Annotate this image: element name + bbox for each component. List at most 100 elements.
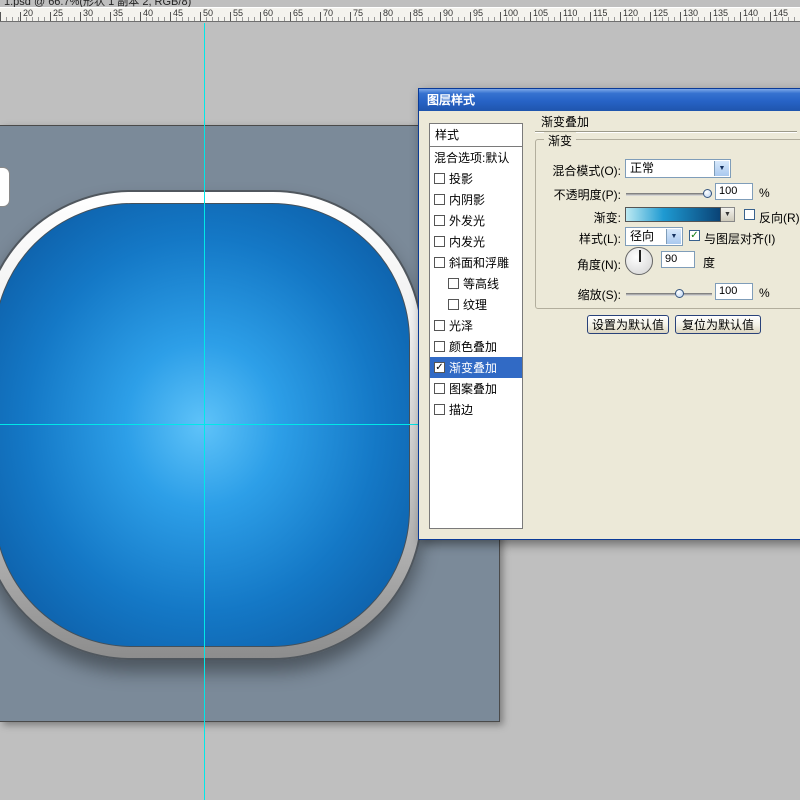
opacity-unit: % — [759, 186, 770, 200]
styles-list-item[interactable]: 投影 — [430, 168, 522, 189]
blend-mode-value: 正常 — [630, 161, 654, 175]
styles-list-item[interactable]: 斜面和浮雕 — [430, 252, 522, 273]
ruler-number: 75 — [353, 8, 363, 18]
reset-default-button[interactable]: 复位为默认值 — [675, 315, 761, 334]
style-item-checkbox[interactable] — [448, 299, 459, 310]
layer-style-dialog: 图层样式 样式 混合选项:默认投影内阴影外发光内发光斜面和浮雕等高线纹理光泽颜色… — [418, 88, 800, 540]
styles-list-item[interactable]: 内阴影 — [430, 189, 522, 210]
scale-unit: % — [759, 286, 770, 300]
style-value: 径向 — [630, 229, 654, 243]
style-select[interactable]: 径向 ▼ — [625, 227, 683, 246]
styles-list: 混合选项:默认投影内阴影外发光内发光斜面和浮雕等高线纹理光泽颜色叠加 ✓ 渐变叠加图… — [430, 147, 522, 420]
style-item-checkbox[interactable]: ✓ — [434, 362, 445, 373]
angle-unit: 度 — [703, 254, 715, 271]
reverse-checkbox[interactable] — [744, 209, 755, 220]
styles-list-item[interactable]: ✓ 渐变叠加 — [430, 357, 522, 378]
ruler-number: 25 — [53, 8, 63, 18]
ruler-number: 125 — [653, 8, 668, 18]
styles-list-item[interactable]: 纹理 — [430, 294, 522, 315]
ruler-number: 135 — [713, 8, 728, 18]
styles-list-item[interactable]: 光泽 — [430, 315, 522, 336]
style-item-checkbox[interactable] — [448, 278, 459, 289]
style-item-label: 投影 — [449, 170, 473, 187]
style-item-checkbox[interactable] — [434, 215, 445, 226]
ruler-number: 110 — [563, 8, 577, 18]
opacity-input[interactable]: 100 — [715, 183, 753, 200]
style-item-label: 颜色叠加 — [449, 338, 497, 355]
ruler-number: 120 — [623, 8, 638, 18]
styles-list-item[interactable]: 外发光 — [430, 210, 522, 231]
set-default-button[interactable]: 设置为默认值 — [587, 315, 669, 334]
style-item-label: 斜面和浮雕 — [449, 254, 509, 271]
gradient-groupbox-legend: 渐变 — [544, 132, 576, 149]
styles-list-item[interactable]: 混合选项:默认 — [430, 147, 522, 168]
ruler-number: 70 — [323, 8, 333, 18]
blue-button-gradient-fill — [0, 203, 410, 647]
gradient-swatch[interactable] — [625, 207, 721, 222]
chevron-down-icon[interactable]: ▼ — [714, 161, 729, 176]
ruler-number: 20 — [23, 8, 33, 18]
style-item-label: 图案叠加 — [449, 380, 497, 397]
document-window-title-text: 1.psd @ 66.7%(形状 1 副本 2, RGB/8) — [4, 0, 191, 7]
chevron-down-icon[interactable]: ▼ — [666, 229, 681, 244]
gradient-label: 渐变: — [537, 209, 621, 226]
scale-slider-thumb[interactable] — [675, 289, 684, 298]
blend-mode-select[interactable]: 正常 ▼ — [625, 159, 731, 178]
align-checkbox[interactable]: ✓ — [689, 230, 700, 241]
horizontal-guide[interactable] — [0, 424, 418, 425]
styles-list-item[interactable]: 图案叠加 — [430, 378, 522, 399]
style-item-label: 等高线 — [463, 275, 499, 292]
ruler-number: 90 — [443, 8, 453, 18]
style-item-label: 内阴影 — [449, 191, 485, 208]
scale-slider[interactable] — [626, 293, 712, 296]
styles-list-item[interactable]: 颜色叠加 — [430, 336, 522, 357]
ruler-number: 105 — [533, 8, 548, 18]
style-item-label: 渐变叠加 — [449, 359, 497, 376]
style-item-checkbox[interactable] — [434, 194, 445, 205]
style-item-label: 混合选项:默认 — [434, 149, 509, 166]
ruler-number: 100 — [503, 8, 518, 18]
ruler-number: 80 — [383, 8, 393, 18]
angle-dial[interactable] — [625, 247, 653, 275]
opacity-slider[interactable] — [626, 193, 712, 196]
styles-list-item[interactable]: 内发光 — [430, 231, 522, 252]
style-item-checkbox[interactable] — [434, 383, 445, 394]
scale-label: 缩放(S): — [537, 286, 621, 303]
ruler-number: 50 — [203, 8, 213, 18]
blend-mode-label: 混合模式(O): — [537, 162, 621, 179]
styles-list-item[interactable]: 等高线 — [430, 273, 522, 294]
ruler-number: 95 — [473, 8, 483, 18]
opacity-slider-thumb[interactable] — [703, 189, 712, 198]
ruler-number: 55 — [233, 8, 243, 18]
ruler-number: 85 — [413, 8, 423, 18]
angle-needle — [639, 250, 641, 262]
ruler-number: 140 — [743, 8, 758, 18]
style-item-checkbox[interactable] — [434, 341, 445, 352]
opacity-label: 不透明度(P): — [537, 186, 621, 203]
ruler-number: 115 — [593, 8, 607, 18]
align-label: 与图层对齐(I) — [704, 230, 775, 247]
styles-panel-header: 样式 — [430, 124, 522, 147]
scale-input[interactable]: 100 — [715, 283, 753, 300]
blue-button-shape — [0, 190, 423, 660]
vertical-guide[interactable] — [204, 23, 205, 800]
dialog-title: 图层样式 — [427, 93, 475, 107]
angle-input[interactable]: 90 — [661, 251, 695, 268]
document-window-title: 1.psd @ 66.7%(形状 1 副本 2, RGB/8) — [0, 0, 430, 7]
style-item-checkbox[interactable] — [434, 404, 445, 415]
style-item-label: 内发光 — [449, 233, 485, 250]
styles-list-item[interactable]: 描边 — [430, 399, 522, 420]
ruler-number: 45 — [173, 8, 183, 18]
style-label: 样式(L): — [537, 230, 621, 247]
style-item-label: 描边 — [449, 401, 473, 418]
dialog-titlebar[interactable]: 图层样式 — [419, 89, 800, 111]
style-item-checkbox[interactable] — [434, 320, 445, 331]
ruler-number: 65 — [293, 8, 303, 18]
style-item-checkbox[interactable] — [434, 257, 445, 268]
gradient-dropdown-arrow-icon[interactable]: ▼ — [721, 207, 735, 222]
gradient-overlay-panel-title: 渐变叠加 — [541, 113, 589, 130]
style-item-checkbox[interactable] — [434, 173, 445, 184]
style-item-checkbox[interactable] — [434, 236, 445, 247]
style-item-label: 纹理 — [463, 296, 487, 313]
horizontal-ruler[interactable]: 2025303540455055606570758085909510010511… — [0, 7, 800, 22]
